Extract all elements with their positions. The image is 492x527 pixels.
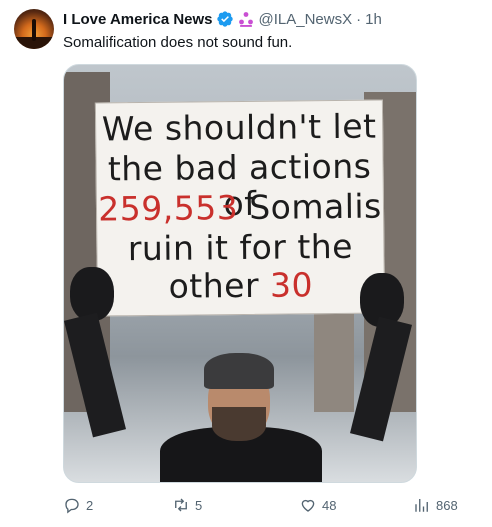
reply-icon	[65, 498, 79, 514]
handle[interactable]: @ILA_NewsX	[259, 11, 353, 28]
sign-line-5: other 30	[98, 265, 384, 306]
protest-sign: We shouldn't let the bad actions of 259,…	[94, 99, 386, 317]
tweet-header: I Love America News @ILA_NewsX · 1h	[63, 9, 382, 29]
affiliation-icon[interactable]	[237, 10, 255, 28]
display-name[interactable]: I Love America News	[63, 11, 213, 28]
sign-line-5-lead: other	[168, 265, 271, 306]
beanie	[204, 353, 274, 389]
sign-line-4: ruin it for the	[127, 226, 354, 269]
like-count: 48	[322, 497, 337, 513]
tweet-media-image[interactable]: We shouldn't let the bad actions of 259,…	[63, 64, 417, 483]
views-button[interactable]: 868	[413, 494, 458, 516]
sign-line-3-rest: Somalis	[238, 186, 382, 228]
sign-number-red: 259,553	[98, 188, 239, 229]
like-button[interactable]: 48	[299, 494, 336, 516]
separator-dot: ·	[356, 10, 362, 28]
reply-button[interactable]: 2	[63, 494, 93, 516]
verified-badge-icon	[216, 11, 233, 27]
repost-count: 5	[195, 497, 203, 513]
reply-count: 2	[86, 497, 94, 513]
sign-line-1: We shouldn't let	[101, 106, 377, 149]
views-chart-icon	[415, 499, 428, 512]
sign-line-3: 259,553 Somalis	[97, 186, 383, 229]
tweet-text: Somalification does not sound fun.	[63, 34, 293, 51]
views-count: 868	[436, 497, 458, 513]
repost-button[interactable]: 5	[172, 494, 202, 516]
timestamp[interactable]: 1h	[365, 11, 382, 28]
tweet-card[interactable]: I Love America News @ILA_NewsX · 1h Soma…	[0, 0, 492, 527]
beard	[212, 407, 266, 441]
heart-icon	[301, 499, 315, 512]
sign-number-red-2: 30	[269, 265, 314, 305]
action-bar: 2 5 48 868	[63, 494, 463, 516]
avatar[interactable]	[14, 9, 54, 49]
repost-icon	[175, 498, 187, 512]
avatar-figure	[32, 19, 36, 41]
